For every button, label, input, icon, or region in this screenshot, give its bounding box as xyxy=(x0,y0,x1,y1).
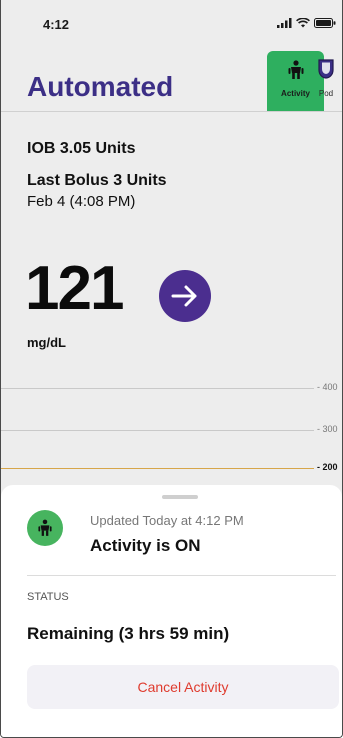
graph-gridline xyxy=(1,430,314,431)
tab-pod[interactable]: Pod xyxy=(309,58,342,110)
arrow-right-icon xyxy=(171,285,197,307)
divider xyxy=(27,575,336,576)
activity-status-icon xyxy=(27,510,63,546)
pod-icon xyxy=(317,58,335,85)
activity-person-icon xyxy=(38,519,52,536)
graph-grid-label: - 300 xyxy=(317,424,338,434)
last-bolus: Last Bolus 3 Units xyxy=(27,172,167,189)
activity-headline: Activity is ON xyxy=(90,536,201,555)
iob-value: IOB 3.05 Units xyxy=(27,140,136,157)
cancel-activity-button[interactable]: Cancel Activity xyxy=(27,665,339,709)
app-header: Automated Activity Pod xyxy=(1,44,342,112)
remaining-time: Remaining (3 hrs 59 min) xyxy=(27,624,230,643)
status-icons xyxy=(277,18,336,28)
activity-bottom-sheet: Updated Today at 4:12 PM Activity is ON … xyxy=(1,485,342,737)
graph-grid-label: - 200 xyxy=(317,462,338,472)
status-label: STATUS xyxy=(27,591,69,603)
glucose-value: 121 xyxy=(25,254,124,323)
battery-icon xyxy=(314,18,336,28)
signal-icon xyxy=(277,18,292,28)
status-bar: 4:12 xyxy=(1,0,342,44)
graph-target-line xyxy=(1,468,314,469)
updated-timestamp: Updated Today at 4:12 PM xyxy=(90,513,244,528)
tab-pod-label: Pod xyxy=(318,89,334,98)
app-screen: 4:12 Automated Activity Pod IOB 3.05 Uni… xyxy=(0,0,343,738)
graph-grid-label: - 400 xyxy=(317,382,338,392)
wifi-icon xyxy=(296,18,310,28)
last-bolus-date: Feb 4 (4:08 PM) xyxy=(27,193,136,210)
glucose-units: mg/dL xyxy=(27,335,66,350)
activity-person-icon xyxy=(288,60,304,85)
tab-activity-label: Activity xyxy=(281,89,310,98)
sheet-grabber[interactable] xyxy=(162,495,198,499)
trend-arrow xyxy=(159,270,211,322)
graph-gridline xyxy=(1,388,314,389)
page-title: Automated xyxy=(27,71,174,102)
status-time: 4:12 xyxy=(43,17,70,32)
